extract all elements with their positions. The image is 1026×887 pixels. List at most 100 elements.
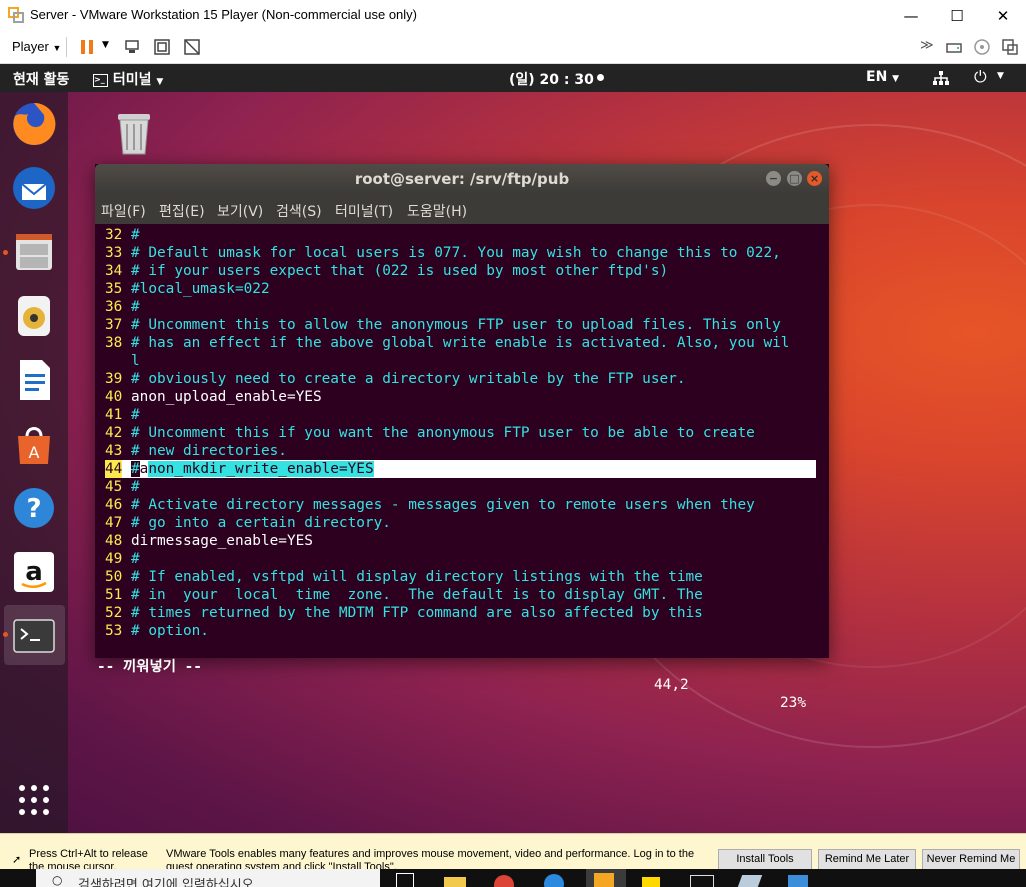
line-text: # Uncomment this to allow the anonymous … — [131, 317, 781, 333]
internet-explorer-icon[interactable] — [544, 874, 564, 887]
line-text: # Activate directory messages - messages… — [131, 497, 755, 513]
line-text: # obviously need to create a directory w… — [131, 371, 686, 387]
thunderbird-icon[interactable] — [10, 164, 58, 212]
line-text: # times returned by the MDTM FTP command… — [131, 605, 703, 621]
terminal-close-button[interactable]: × — [807, 171, 822, 186]
pause-icon[interactable] — [78, 38, 96, 56]
tools-message: VMware Tools enables many features and i… — [166, 848, 695, 870]
chevron-down-icon: ▼ — [52, 43, 62, 53]
app-menu[interactable]: >_ 터미널 ▼ — [93, 69, 163, 89]
hard-disk-icon[interactable] — [945, 38, 963, 56]
trash-icon[interactable] — [112, 108, 156, 158]
line-number: 34 — [105, 263, 123, 279]
fullscreen-icon[interactable] — [153, 38, 171, 56]
line-number: 42 — [105, 425, 123, 441]
line-text: # — [131, 299, 140, 315]
line-number: 40 — [105, 389, 123, 405]
line-text: # Uncomment this if you want the anonymo… — [131, 425, 755, 441]
terminal-line: 52 # times returned by the MDTM FTP comma… — [105, 604, 703, 622]
minimize-button[interactable]: — — [888, 0, 934, 31]
running-indicator — [3, 632, 8, 637]
terminal-line: 50 # If enabled, vsftpd will display dire… — [105, 568, 703, 586]
show-applications-icon[interactable] — [18, 784, 50, 816]
maximize-button[interactable]: ☐ — [934, 0, 980, 31]
release-hint: Press Ctrl+Alt to release the mouse curs… — [29, 848, 148, 870]
amazon-icon[interactable]: a — [10, 548, 58, 596]
terminal-titlebar[interactable]: root@server: /srv/ftp/pub − □ × — [95, 164, 829, 194]
line-text: anon_upload_enable=YES — [131, 389, 322, 405]
firefox-icon[interactable] — [10, 100, 58, 148]
install-tools-button[interactable]: Install Tools — [718, 849, 812, 870]
line-text: # if your users expect that (022 is used… — [131, 263, 669, 279]
line-number: 47 — [105, 515, 123, 531]
chevron-down-icon[interactable]: ▼ — [997, 71, 1004, 81]
unity-mode-icon[interactable] — [183, 38, 201, 56]
terminal-window[interactable]: root@server: /srv/ftp/pub − □ × 파일(F) 편집… — [95, 164, 829, 711]
pause-dropdown-icon[interactable]: ▼ — [102, 40, 109, 50]
app-menu-label: 터미널 — [112, 72, 152, 88]
menu-search[interactable]: 검색(S) — [276, 201, 322, 221]
terminal-content[interactable]: 44 -- 끼워넣기 -- 44,2 23% 32 #33 # Default um… — [95, 224, 829, 711]
file-explorer-icon[interactable] — [444, 877, 466, 887]
line-number: 51 — [105, 587, 123, 603]
toolbar-divider — [66, 37, 67, 57]
libreoffice-writer-icon[interactable] — [10, 356, 58, 404]
menu-terminal[interactable]: 터미널(T) — [335, 201, 393, 221]
terminal-app-icon[interactable] — [690, 875, 714, 887]
power-icon[interactable]: ⏻ — [974, 67, 987, 87]
ubuntu-software-icon[interactable]: A — [10, 420, 58, 468]
terminal-line: 48 dirmessage_enable=YES — [105, 532, 313, 550]
line-text: # — [131, 227, 140, 243]
close-button[interactable]: ✕ — [980, 0, 1026, 31]
line-number: 45 — [105, 479, 123, 495]
photos-icon[interactable] — [788, 875, 808, 887]
files-icon[interactable] — [10, 228, 58, 276]
rhythmbox-icon[interactable] — [10, 292, 58, 340]
terminal-line: 46 # Activate directory messages - messag… — [105, 496, 755, 514]
task-view-icon[interactable] — [396, 873, 414, 887]
terminal-minimize-button[interactable]: − — [766, 171, 781, 186]
cd-drive-icon[interactable] — [973, 38, 991, 56]
line-number: 35 — [105, 281, 123, 297]
terminal-small-icon: >_ — [93, 73, 108, 87]
line-number: 53 — [105, 623, 123, 639]
menu-edit[interactable]: 편집(E) — [159, 201, 205, 221]
never-remind-button[interactable]: Never Remind Me — [922, 849, 1020, 870]
terminal-line: 51 # in your local time zone. The default… — [105, 586, 703, 604]
sticky-notes-icon[interactable] — [642, 877, 660, 887]
line-number: 39 — [105, 371, 123, 387]
help-icon[interactable]: ? — [10, 484, 58, 532]
guest-desktop[interactable]: 현재 활동 >_ 터미널 ▼ (일) 20 : 30 EN ▼ ⏻ ▼ A ? … — [0, 64, 1026, 833]
clock[interactable]: (일) 20 : 30 — [509, 69, 604, 89]
terminal-maximize-button[interactable]: □ — [787, 171, 802, 186]
putty-icon[interactable] — [737, 875, 763, 887]
line-text: # go into a certain directory. — [131, 515, 391, 531]
vmware-titlebar: Server - VMware Workstation 15 Player (N… — [0, 0, 1026, 31]
send-ctrl-alt-del-icon[interactable] — [123, 38, 141, 56]
terminal-line: 40 anon_upload_enable=YES — [105, 388, 322, 406]
terminal-line: 44#anon_mkdir_write_enable=YES — [105, 460, 374, 478]
chrome-icon[interactable] — [494, 875, 514, 887]
chevron-down-icon: ▼ — [892, 74, 900, 84]
svg-text:?: ? — [26, 494, 41, 524]
player-menu[interactable]: Player ▼ — [12, 39, 61, 54]
line-number: 32 — [105, 227, 123, 243]
terminal-icon[interactable] — [10, 612, 58, 660]
network-adapter-icon[interactable] — [1001, 38, 1019, 56]
activities-button[interactable]: 현재 활동 — [13, 69, 69, 89]
terminal-menubar: 파일(F) 편집(E) 보기(V) 검색(S) 터미널(T) 도움말(H) — [95, 194, 829, 224]
network-icon[interactable] — [932, 70, 950, 86]
line-text: # If enabled, vsftpd will display direct… — [131, 569, 703, 585]
line-text: #local_umask=022 — [131, 281, 270, 297]
menu-help[interactable]: 도움말(H) — [407, 201, 467, 221]
terminal-line: 49 # — [105, 550, 140, 568]
language-indicator[interactable]: EN ▼ — [866, 69, 899, 85]
menu-view[interactable]: 보기(V) — [217, 201, 263, 221]
menu-file[interactable]: 파일(F) — [101, 201, 146, 221]
taskbar-search[interactable]: ○ 검색하려면 여기에 입력하십시오. — [36, 869, 380, 887]
more-devices-icon[interactable]: ≫ — [920, 38, 934, 53]
ubuntu-dock: A ? a — [0, 92, 68, 833]
clock-label: (일) 20 : 30 — [509, 72, 594, 88]
remind-later-button[interactable]: Remind Me Later — [818, 849, 916, 870]
window-title: Server - VMware Workstation 15 Player (N… — [30, 7, 417, 22]
